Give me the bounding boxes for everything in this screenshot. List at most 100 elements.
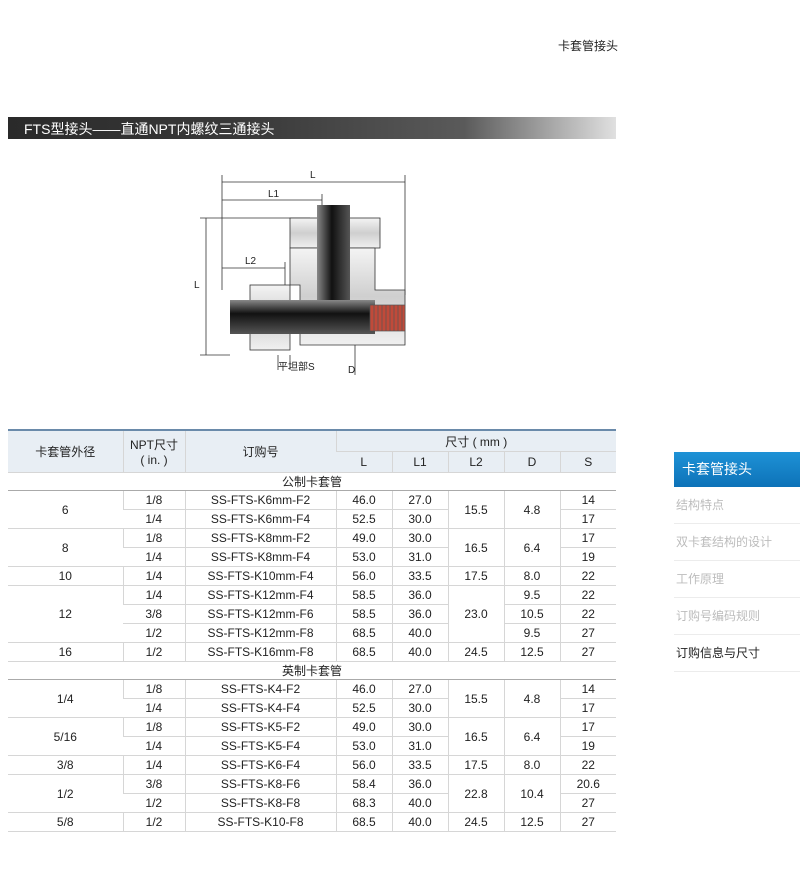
sidebar-item-ordering[interactable]: 订购信息与尺寸 (674, 635, 800, 672)
col-L2: L2 (447, 451, 504, 473)
table-row: 16 1/2 SS-FTS-K16mm-F8 68.5 40.0 24.5 12.5 27 (8, 642, 616, 662)
cell-L: 68.3 (335, 793, 392, 813)
cell-tube-od: 1/2 (8, 774, 123, 813)
sidebar-item-principle[interactable]: 工作原理 (674, 561, 800, 598)
cell-L2: 23.0 (447, 585, 504, 643)
cell-L1: 30.0 (391, 528, 448, 548)
cell-S: 27 (559, 642, 616, 662)
cell-D: 12.5 (503, 812, 560, 832)
cell-S: 19 (559, 547, 616, 567)
section-banner-title: FTS型接头——直通NPT内螺纹三通接头 (24, 121, 275, 137)
cell-order-number: SS-FTS-K6mm-F4 (184, 509, 336, 529)
cell-L: 56.0 (335, 755, 392, 775)
cell-L: 49.0 (335, 717, 392, 737)
cell-npt: 1/4 (123, 736, 185, 756)
col-dims: 尺寸 ( mm ) (335, 429, 616, 452)
cell-D: 6.4 (503, 528, 560, 567)
cell-L: 52.5 (335, 509, 392, 529)
table-row: 3/8 1/4 SS-FTS-K6-F4 56.0 33.5 17.5 8.0 22 (8, 755, 616, 775)
cell-D: 12.5 (503, 642, 560, 662)
cell-L1: 40.0 (391, 642, 448, 662)
cell-L1: 27.0 (391, 679, 448, 699)
cell-L: 68.5 (335, 623, 392, 643)
cell-S: 27 (559, 623, 616, 643)
sidebar-item-features[interactable]: 结构特点 (674, 487, 800, 524)
cell-D: 9.5 (503, 585, 560, 605)
table-row: 12 1/4 SS-FTS-K12mm-F4 58.5 36.0 23.0 9.5 22 (8, 585, 616, 643)
cell-L1: 40.0 (391, 623, 448, 643)
cell-order-number: SS-FTS-K16mm-F8 (184, 642, 336, 662)
sidebar-active-item[interactable]: 卡套管接头 (674, 452, 800, 487)
dim-label-L-top: L (310, 170, 316, 181)
cell-L: 56.0 (335, 566, 392, 586)
cell-tube-od: 3/8 (8, 755, 123, 775)
cell-order-number: SS-FTS-K8-F6 (184, 774, 336, 794)
cell-L1: 31.0 (391, 547, 448, 567)
cell-npt: 1/4 (123, 509, 185, 529)
cell-S: 14 (559, 679, 616, 699)
cell-L1: 33.5 (391, 566, 448, 586)
cell-L: 53.0 (335, 547, 392, 567)
col-tube-od: 卡套管外径 (8, 429, 123, 473)
col-D: D (503, 451, 560, 473)
cell-order-number: SS-FTS-K4-F2 (184, 679, 336, 699)
cell-L2: 24.5 (447, 812, 504, 832)
cell-npt: 3/8 (123, 604, 185, 624)
cell-S: 14 (559, 490, 616, 510)
cell-order-number: SS-FTS-K4-F4 (184, 698, 336, 718)
cell-npt: 1/4 (122, 755, 185, 775)
cell-order-number: SS-FTS-K12mm-F8 (184, 623, 336, 643)
cell-L2: 15.5 (447, 679, 504, 718)
cell-L1: 36.0 (391, 585, 448, 605)
cell-L1: 40.0 (391, 812, 448, 832)
table-row: 6 1/8 SS-FTS-K6mm-F2 46.0 27.0 15.5 4.8 14 (8, 490, 616, 529)
cell-L2: 16.5 (447, 528, 504, 567)
sidebar-item-design[interactable]: 双卡套结构的设计 (674, 524, 800, 561)
cell-S: 27 (559, 812, 616, 832)
cell-S: 22 (559, 604, 616, 624)
cell-tube-od: 16 (8, 642, 123, 662)
cell-L: 46.0 (335, 679, 392, 699)
cell-npt: 1/4 (122, 585, 185, 605)
cell-D: 9.5 (503, 623, 560, 643)
cell-order-number: SS-FTS-K8-F8 (184, 793, 336, 813)
table-row: 1/2 3/8 SS-FTS-K8-F6 58.4 36.0 22.8 10.4 20.6 (8, 774, 616, 813)
cell-tube-od: 10 (8, 566, 123, 586)
npt-thread (369, 304, 406, 332)
cell-L1: 31.0 (391, 736, 448, 756)
cell-npt: 1/2 (123, 793, 185, 813)
cell-D: 4.8 (503, 679, 560, 718)
spec-table: 卡套管外径 NPT尺寸( in. ) 订购号 尺寸 ( mm ) L L1 L2… (8, 429, 616, 832)
table-section-title: 公制卡套管 (8, 472, 616, 491)
cell-npt: 1/4 (123, 547, 185, 567)
sidebar-item-coding[interactable]: 订购号编码规则 (674, 598, 800, 635)
cell-L1: 27.0 (391, 490, 448, 510)
page-header-title: 卡套管接头 (557, 39, 618, 53)
col-S: S (559, 451, 616, 473)
cell-S: 17 (559, 528, 616, 548)
cell-S: 22 (559, 755, 616, 775)
cell-tube-od: 5/16 (8, 717, 123, 756)
vertical-tube (317, 205, 350, 305)
cell-D: 6.4 (503, 717, 560, 756)
cell-order-number: SS-FTS-K10-F8 (184, 812, 336, 832)
cell-tube-od: 1/4 (8, 679, 123, 718)
cell-npt: 3/8 (122, 774, 185, 794)
cell-tube-od: 12 (8, 585, 123, 643)
cell-order-number: SS-FTS-K6mm-F2 (184, 490, 336, 510)
cell-order-number: SS-FTS-K5-F2 (184, 717, 336, 737)
cell-npt: 1/2 (122, 642, 185, 662)
cell-S: 22 (559, 585, 616, 605)
cell-order-number: SS-FTS-K6-F4 (184, 755, 336, 775)
cell-L: 46.0 (335, 490, 392, 510)
cell-L1: 30.0 (391, 509, 448, 529)
cell-L: 49.0 (335, 528, 392, 548)
cell-S: 17 (559, 717, 616, 737)
cell-L1: 40.0 (391, 793, 448, 813)
tee-fitting-diagram: L L1 L L2 平坦部S D (194, 170, 406, 376)
cell-npt: 1/2 (123, 623, 185, 643)
cell-npt: 1/4 (123, 698, 185, 718)
cell-L2: 16.5 (447, 717, 504, 756)
cell-L1: 36.0 (391, 604, 448, 624)
cell-S: 20.6 (559, 774, 616, 794)
